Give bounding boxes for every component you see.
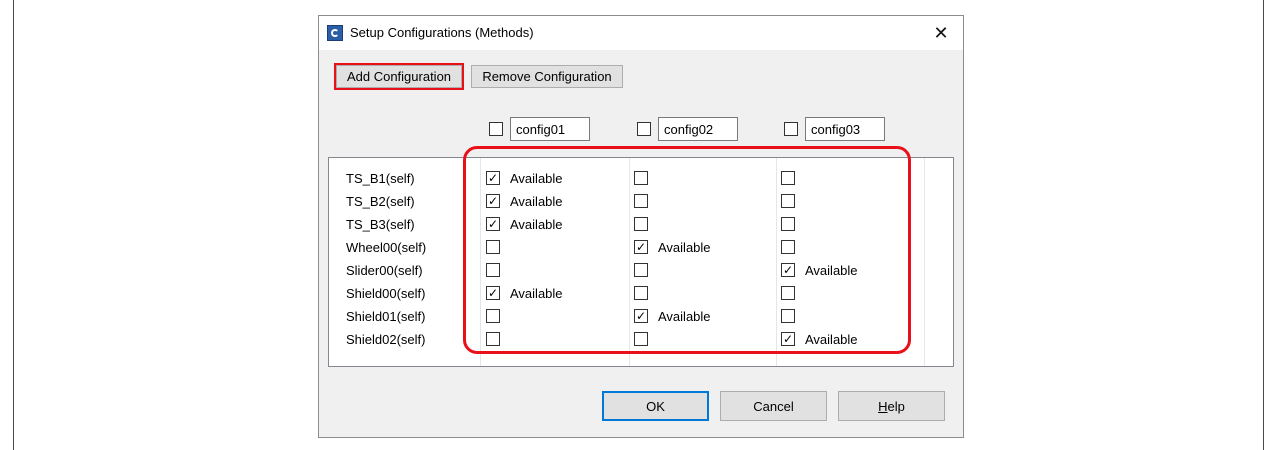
row-label: TS_B3(self) bbox=[346, 217, 415, 232]
config01-checkbox[interactable] bbox=[489, 122, 503, 136]
row-label: Shield00(self) bbox=[346, 286, 426, 301]
page-border-right bbox=[1263, 0, 1264, 450]
dialog-title: Setup Configurations (Methods) bbox=[350, 25, 534, 40]
row-label: Shield01(self) bbox=[346, 309, 426, 324]
app-icon bbox=[327, 25, 343, 41]
ok-button[interactable]: OK bbox=[602, 391, 709, 421]
remove-configuration-button[interactable]: Remove Configuration bbox=[471, 65, 623, 88]
row-label: Shield02(self) bbox=[346, 332, 426, 347]
config03-checkbox[interactable] bbox=[784, 122, 798, 136]
row-label: TS_B2(self) bbox=[346, 194, 415, 209]
config01-name-input[interactable] bbox=[510, 117, 590, 141]
page-border-left bbox=[13, 0, 14, 450]
close-icon: ✕ bbox=[933, 22, 949, 43]
row-label: TS_B1(self) bbox=[346, 171, 415, 186]
add-configuration-highlight bbox=[334, 63, 464, 90]
help-button[interactable]: Help bbox=[838, 391, 945, 421]
config03-name-input[interactable] bbox=[805, 117, 885, 141]
setup-configurations-dialog: Setup Configurations (Methods) ✕ Add Con… bbox=[318, 15, 964, 438]
close-button[interactable]: ✕ bbox=[919, 16, 963, 50]
row-label: Wheel00(self) bbox=[346, 240, 427, 255]
config02-checkbox[interactable] bbox=[637, 122, 651, 136]
config02-name-input[interactable] bbox=[658, 117, 738, 141]
cancel-button[interactable]: Cancel bbox=[720, 391, 827, 421]
row-label: Slider00(self) bbox=[346, 263, 423, 278]
help-label-rest: elp bbox=[887, 398, 905, 414]
help-mnemonic: H bbox=[878, 398, 888, 414]
availability-highlight bbox=[463, 146, 911, 354]
title-bar: Setup Configurations (Methods) ✕ bbox=[319, 16, 963, 50]
